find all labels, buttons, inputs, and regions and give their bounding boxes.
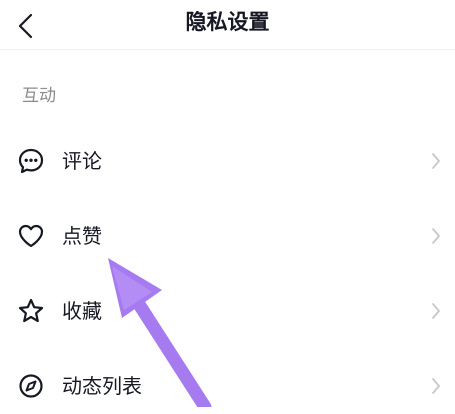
star-icon xyxy=(16,296,46,326)
comment-icon xyxy=(16,146,46,176)
chevron-right-icon xyxy=(429,301,443,321)
chevron-right-icon xyxy=(429,151,443,171)
page-title: 隐私设置 xyxy=(185,10,270,34)
section-label-interaction: 互动 xyxy=(22,86,56,106)
annotation-arrow xyxy=(108,258,212,407)
settings-item-label: 点赞 xyxy=(62,224,102,248)
settings-item-activity-list[interactable]: 动态列表 xyxy=(0,358,455,414)
heart-icon xyxy=(16,221,46,251)
nav-header: 隐私设置 xyxy=(0,0,455,50)
settings-item-favorite[interactable]: 收藏 xyxy=(0,283,455,339)
settings-item-comment[interactable]: 评论 xyxy=(0,133,455,189)
settings-item-label: 评论 xyxy=(62,149,102,173)
settings-item-like[interactable]: 点赞 xyxy=(0,208,455,264)
chevron-right-icon xyxy=(429,226,443,246)
chevron-right-icon xyxy=(429,376,443,396)
compass-icon xyxy=(16,371,46,401)
settings-item-label: 收藏 xyxy=(62,299,102,323)
settings-item-label: 动态列表 xyxy=(62,374,142,398)
